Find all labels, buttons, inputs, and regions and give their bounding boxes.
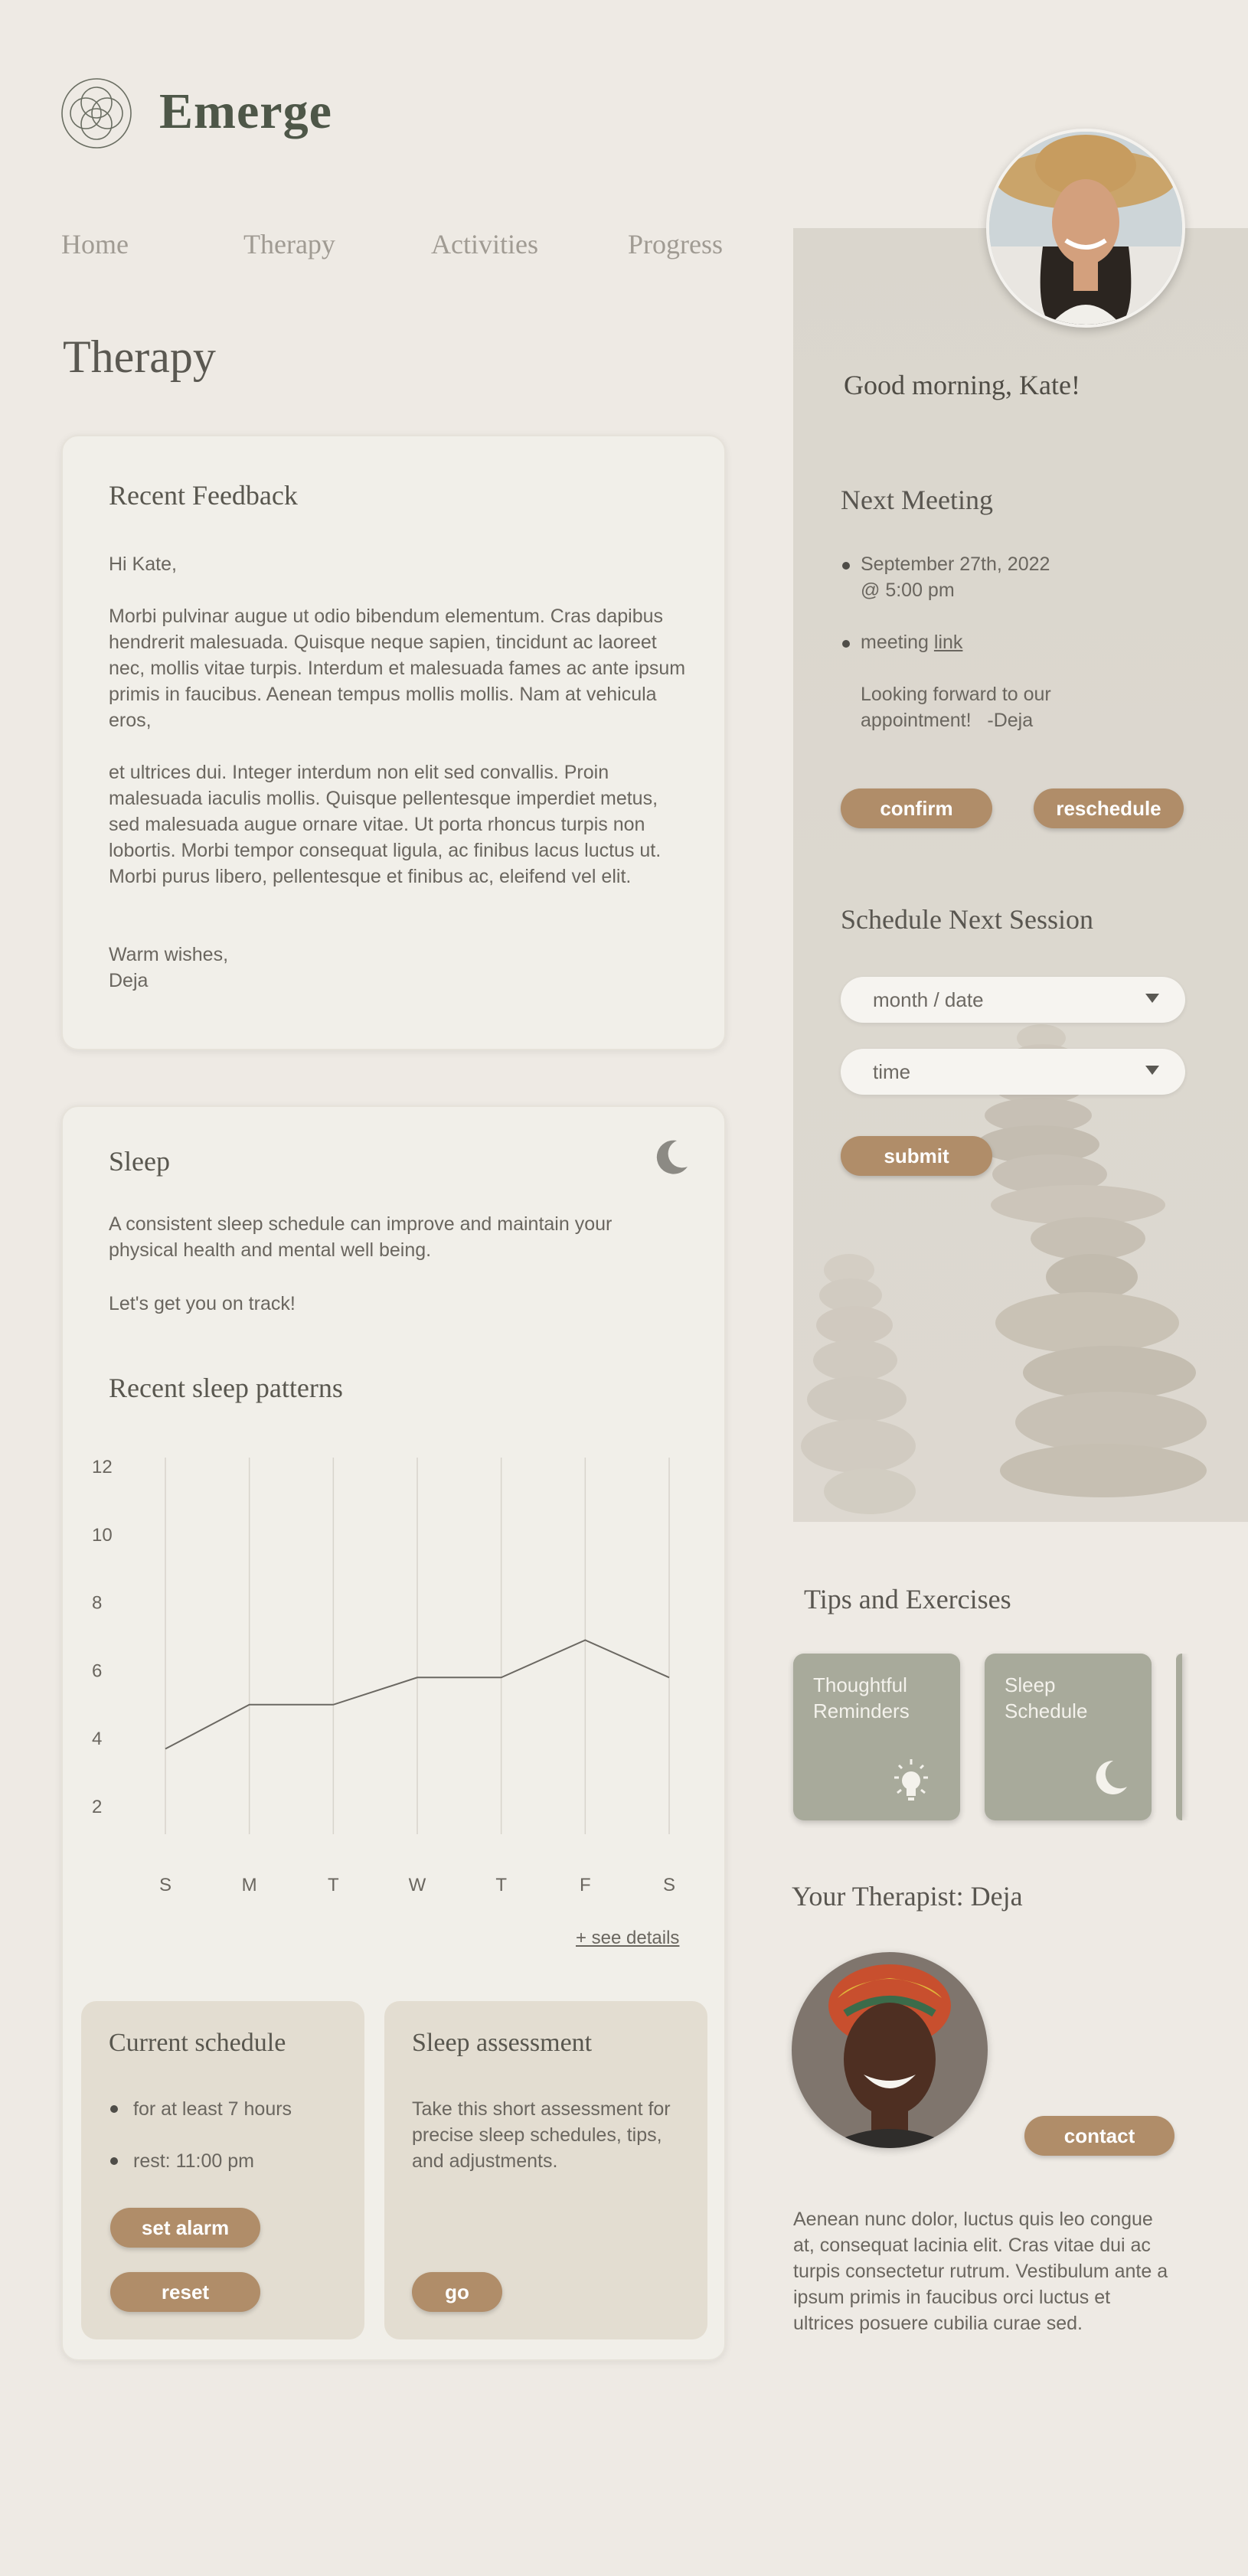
schedule-duration: for at least 7 hours <box>133 2098 292 2120</box>
meeting-link-prefix: meeting <box>861 632 929 653</box>
user-portrait <box>989 132 1182 325</box>
tip-tile-reminders[interactable]: Thoughtful Reminders <box>793 1654 960 1820</box>
time-select-placeholder: time <box>873 1059 911 1083</box>
y-tick-label: 12 <box>92 1457 113 1477</box>
x-tick-label: W <box>409 1875 426 1895</box>
moon-icon <box>1096 1760 1127 1794</box>
reschedule-button[interactable]: reschedule <box>1034 788 1184 828</box>
confirm-button[interactable]: confirm <box>841 788 992 828</box>
bullet-dot <box>842 640 850 648</box>
next-meeting-title: Next Meeting <box>841 485 993 515</box>
therapist-portrait <box>792 1952 988 2148</box>
x-tick-label: T <box>495 1875 507 1895</box>
tips-title: Tips and Exercises <box>804 1584 1011 1614</box>
go-button[interactable]: go <box>412 2272 502 2312</box>
sleep-cta: Let's get you on track! <box>109 1293 296 1314</box>
bullet-dot <box>110 2157 118 2165</box>
y-tick-label: 6 <box>92 1660 102 1681</box>
x-tick-label: M <box>242 1875 257 1895</box>
greeting: Good morning, Kate! <box>844 370 1080 400</box>
y-tick-label: 4 <box>92 1729 102 1749</box>
sleep-chart: 12 10 8 6 4 2 S M T W T F S <box>92 1457 675 1895</box>
tip-tile-reminders-label: Thoughtful Reminders <box>813 1673 910 1722</box>
feedback-title: Recent Feedback <box>109 480 298 511</box>
date-select-placeholder: month / date <box>873 988 984 1011</box>
meeting-note-line-1: Looking forward to our <box>861 684 1051 705</box>
nav-home[interactable]: Home <box>61 228 129 260</box>
sleep-assessment-text: Take this short assessment for precise s… <box>412 2098 671 2172</box>
x-tick-label: S <box>663 1875 675 1895</box>
date-select[interactable]: month / date <box>841 977 1185 1023</box>
bullet-dot <box>110 2105 118 2113</box>
contact-button[interactable]: contact <box>1024 2116 1174 2156</box>
logo-icon <box>61 78 132 149</box>
x-tick-label: T <box>328 1875 339 1895</box>
user-avatar[interactable] <box>986 129 1185 328</box>
meeting-panel: Good morning, Kate! Next Meeting Septemb… <box>793 228 1248 1522</box>
sleep-intro: A consistent sleep schedule can improve … <box>109 1213 613 1261</box>
feedback-paragraph-2: et ultrices dui. Integer interdum non el… <box>109 762 662 887</box>
meeting-time: @ 5:00 pm <box>861 580 955 601</box>
feedback-signature: Deja <box>109 970 149 991</box>
sleep-title: Sleep <box>109 1146 170 1177</box>
meeting-note-line-2: appointment! -Deja <box>861 710 1034 731</box>
y-tick-label: 8 <box>92 1593 102 1614</box>
schedule-rest-time: rest: 11:00 pm <box>133 2150 254 2172</box>
x-tick-label: F <box>580 1875 591 1895</box>
feedback-signoff: Warm wishes, <box>109 944 229 965</box>
x-tick-label: S <box>159 1875 172 1895</box>
reset-button[interactable]: reset <box>110 2272 260 2312</box>
current-schedule-card: Current schedule for at least 7 hours re… <box>81 2001 364 2339</box>
lightbulb-icon <box>894 1759 928 1801</box>
y-tick-label: 2 <box>92 1797 102 1817</box>
schedule-next-title: Schedule Next Session <box>841 904 1093 935</box>
set-alarm-button[interactable]: set alarm <box>110 2208 260 2248</box>
bullet-dot <box>842 562 850 570</box>
nav-activities[interactable]: Activities <box>431 228 538 260</box>
meeting-date: September 27th, 2022 <box>861 553 1050 575</box>
brand-name: Emerge <box>159 83 332 139</box>
moon-icon <box>656 1140 688 1174</box>
page-title: Therapy <box>63 331 216 382</box>
y-tick-label: 10 <box>92 1525 113 1546</box>
feedback-greeting: Hi Kate, <box>109 553 177 575</box>
see-details-link[interactable]: + see details <box>576 1928 679 1949</box>
therapist-avatar[interactable] <box>792 1952 988 2148</box>
sleep-assessment-card: Sleep assessment Take this short assessm… <box>384 2001 707 2339</box>
chevron-down-icon <box>1145 994 1159 1003</box>
current-schedule-title: Current schedule <box>109 2029 286 2057</box>
nav-progress[interactable]: Progress <box>628 228 723 260</box>
chevron-down-icon <box>1145 1066 1159 1075</box>
submit-button[interactable]: submit <box>841 1136 992 1176</box>
tip-tile-sleep-schedule[interactable]: Sleep Schedule <box>985 1654 1152 1820</box>
nav-therapy[interactable]: Therapy <box>243 228 335 260</box>
feedback-card: Recent Feedback Hi Kate, Morbi pulvinar … <box>61 435 726 1050</box>
feedback-paragraph-1: Morbi pulvinar augue ut odio bibendum el… <box>109 606 686 731</box>
time-select[interactable]: time <box>841 1049 1185 1095</box>
meeting-link[interactable]: link <box>934 632 963 653</box>
tip-tile-sleep-label: Sleep Schedule <box>1005 1673 1088 1722</box>
sleep-assessment-title: Sleep assessment <box>412 2029 593 2057</box>
sleep-patterns-title: Recent sleep patterns <box>109 1373 343 1403</box>
tip-tile-next-peek[interactable] <box>1176 1654 1248 1820</box>
therapist-title: Your Therapist: Deja <box>792 1881 1023 1912</box>
therapist-bio: Aenean nunc dolor, luctus quis leo congu… <box>793 2209 1168 2334</box>
